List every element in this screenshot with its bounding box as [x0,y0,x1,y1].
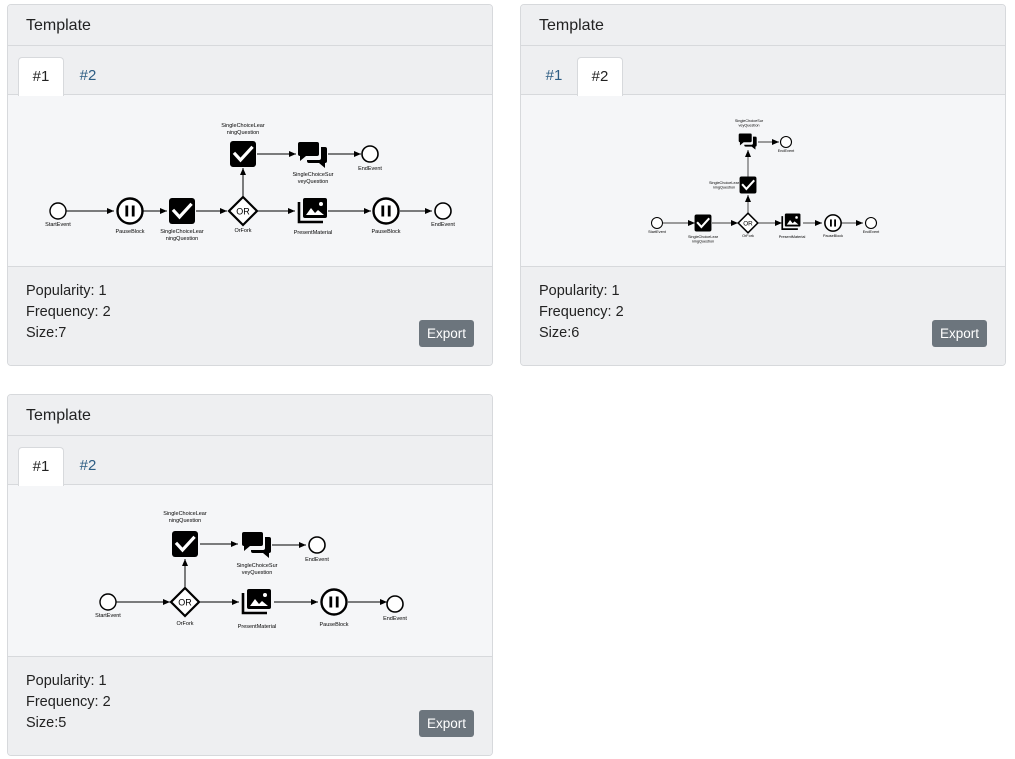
survey-label-line2: veyQuestion [738,124,759,128]
survey-label-line1: SingleChoiceSur [237,563,278,569]
end-event-node: EndEvent [431,202,455,228]
or-fork-node: OR OrFork [169,586,201,627]
question-label-line2: ningQuestion [692,240,714,244]
present-material-node: PresentMaterial [238,587,277,630]
export-button[interactable]: Export [419,320,474,347]
tab-1[interactable]: #1 [531,57,577,95]
end-event-top-label: EndEvent [358,166,382,172]
card-footer: Popularity: 1 Frequency: 2 Size:5 Export [8,657,492,755]
template-card-1: Template #1 #2 StartEvent PauseBlock Sin… [7,4,493,366]
card-title: Template [8,5,492,46]
pause-block-node: PauseBlock [319,588,349,628]
survey-label-line1: SingleChoiceSur [735,119,764,123]
end-event-node: EndEvent [863,216,880,234]
end-event-label: EndEvent [431,222,455,228]
survey-label-line1: SingleChoiceSur [293,172,334,178]
pause-block-node: PauseBlock [823,214,843,238]
card-title: Template [521,5,1005,46]
end-event-top-node: EndEvent [358,145,382,172]
end-event-top-label: EndEvent [778,149,795,153]
tab-bar: #1 #2 [521,46,1005,96]
tab-2[interactable]: #2 [65,57,111,95]
start-event-label: StartEvent [648,230,667,234]
start-event-label: StartEvent [95,613,121,619]
present-material-label: PresentMaterial [779,235,806,239]
present-material-label: PresentMaterial [294,230,333,236]
or-fork-label: OrFork [742,234,754,238]
tab-bar: #1 #2 [8,46,492,96]
tab-1[interactable]: #1 [18,447,64,486]
or-fork-node: OR OrFork [737,212,759,238]
question-mid-label-line2: ningQuestion [713,186,735,190]
tab-1[interactable]: #1 [18,57,64,96]
process-diagram: StartEvent OR OrFork SingleChoiceLear ni… [8,485,492,657]
tab-bar: #1 #2 [8,436,492,486]
question-top-label-line1: SingleChoiceLear [221,123,265,129]
export-button[interactable]: Export [419,710,474,737]
or-label: OR [178,598,192,608]
start-event-label: StartEvent [45,222,71,228]
card-footer: Popularity: 1 Frequency: 2 Size:6 Export [521,267,1005,365]
popularity-stat: Popularity: 1 [26,673,107,689]
end-event-top-node: EndEvent [305,536,329,563]
question-label-line2: ningQuestion [169,518,201,524]
export-button[interactable]: Export [932,320,987,347]
or-label: OR [743,221,753,228]
survey-question-node: SingleChoiceSur veyQuestion [735,119,764,150]
end-event-top-node: EndEvent [778,135,795,153]
question-label-line1: SingleChoiceLear [163,511,207,517]
end-event-label: EndEvent [863,230,880,234]
single-choice-question-node: SingleChoiceLear ningQuestion [688,213,719,244]
pause-block-node: PauseBlock [115,197,145,235]
process-diagram: StartEvent SingleChoiceLear ningQuestion… [521,95,1005,267]
end-event-label: EndEvent [383,616,407,622]
question-top-label-line2: ningQuestion [227,130,259,136]
single-choice-question-node-top: SingleChoiceLear ningQuestion [221,123,265,169]
survey-label-line2: veyQuestion [242,570,273,576]
single-choice-question-node: SingleChoiceLear ningQuestion [163,511,207,559]
card-footer: Popularity: 1 Frequency: 2 Size:7 Export [8,267,492,365]
tab-2[interactable]: #2 [577,57,623,96]
start-event-node: StartEvent [45,202,71,228]
pause-block-label: PauseBlock [823,234,843,238]
popularity-stat: Popularity: 1 [539,283,620,299]
question-label-line2: ningQuestion [166,236,198,242]
survey-label-line2: veyQuestion [298,179,329,185]
question-label-line1: SingleChoiceLear [688,235,719,239]
survey-question-node: SingleChoiceSur veyQuestion [237,532,278,576]
pause-block-label: PauseBlock [115,229,144,235]
present-material-node: PresentMaterial [294,196,333,236]
pause-block-node-2: PauseBlock [371,197,401,235]
end-event-node: EndEvent [383,595,407,622]
tab-2[interactable]: #2 [65,447,111,485]
question-label-line1: SingleChoiceLear [160,229,204,235]
single-choice-question-node: SingleChoiceLear ningQuestion [160,196,204,242]
template-card-2: Template #1 #2 StartEvent SingleChoiceLe… [520,4,1006,366]
or-fork-node: OR OrFork [227,195,259,234]
single-choice-question-node-mid: SingleChoiceLear ningQuestion [709,175,758,195]
process-diagram: StartEvent PauseBlock SingleChoiceLear n… [8,95,492,267]
card-title: Template [8,395,492,436]
or-fork-label: OrFork [234,228,251,234]
pause-block-label: PauseBlock [319,622,348,628]
popularity-stat: Popularity: 1 [26,283,107,299]
pause-block-label-2: PauseBlock [371,229,400,235]
survey-question-node: SingleChoiceSur veyQuestion [293,142,334,185]
or-fork-label: OrFork [176,621,193,627]
end-event-top-label: EndEvent [305,557,329,563]
present-material-node: PresentMaterial [779,212,806,239]
start-event-node: StartEvent [95,593,121,619]
present-material-label: PresentMaterial [238,624,277,630]
start-event-node: StartEvent [648,217,667,234]
question-mid-label-line1: SingleChoiceLear [709,181,740,185]
template-card-3: Template #1 #2 StartEvent OR OrFork Sing… [7,394,493,756]
or-label: OR [236,207,250,217]
